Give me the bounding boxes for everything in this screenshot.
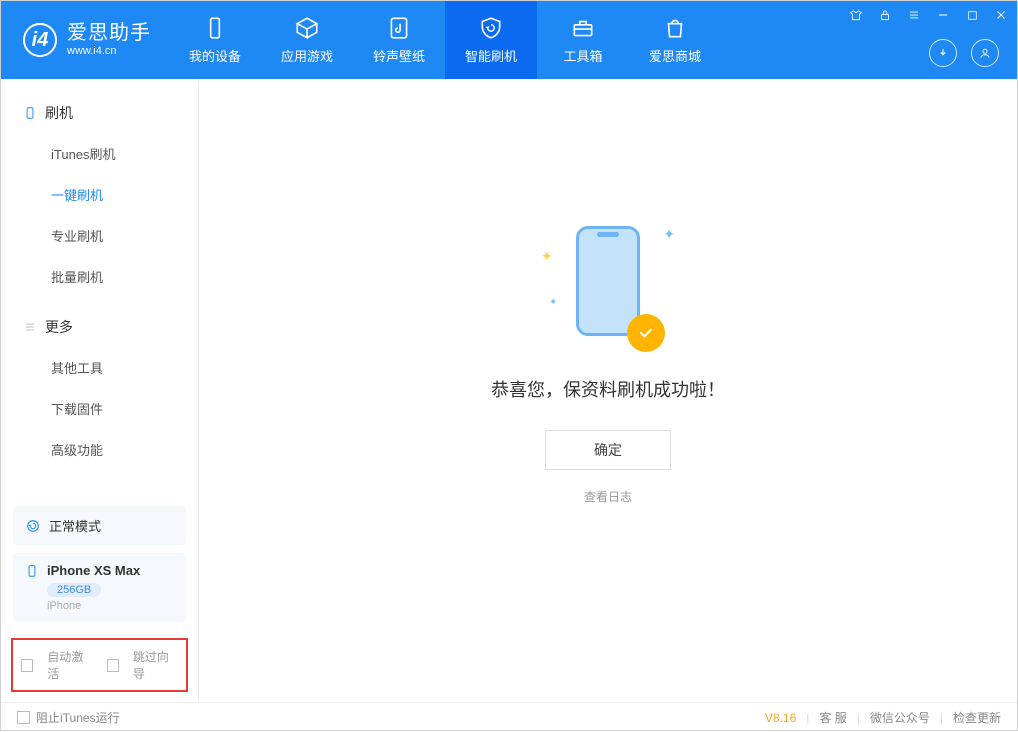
music-file-icon — [386, 15, 412, 41]
check-badge-icon — [627, 314, 665, 352]
refresh-icon — [25, 518, 41, 534]
skip-guide-label: 跳过向导 — [133, 648, 178, 682]
device-icon — [202, 15, 228, 41]
maximize-icon[interactable] — [964, 7, 980, 23]
header-actions — [929, 39, 999, 67]
auto-activate-label: 自动激活 — [47, 648, 92, 682]
sidebar-group-flash: 刷机 — [1, 93, 198, 133]
sidebar: 刷机 iTunes刷机 一键刷机 专业刷机 批量刷机 更多 其他工具 下载固件 … — [1, 79, 199, 702]
app-subtitle: www.i4.cn — [67, 45, 151, 58]
phone-small-icon — [25, 564, 39, 578]
close-icon[interactable] — [993, 7, 1009, 23]
device-capacity: 256GB — [47, 583, 101, 597]
tab-smart-flash[interactable]: 智能刷机 — [445, 1, 537, 79]
shield-refresh-icon — [478, 15, 504, 41]
bag-icon — [662, 15, 688, 41]
device-name-label: iPhone XS Max — [47, 563, 140, 578]
sidebar-item-advanced[interactable]: 高级功能 — [1, 429, 198, 470]
cube-icon — [294, 15, 320, 41]
mode-box[interactable]: 正常模式 — [13, 506, 186, 545]
sidebar-item-download-firmware[interactable]: 下载固件 — [1, 388, 198, 429]
tab-my-device[interactable]: 我的设备 — [169, 1, 261, 79]
main-content: ✦ ✦ ✦ 恭喜您，保资料刷机成功啦！ 确定 查看日志 — [199, 79, 1017, 702]
mode-label: 正常模式 — [49, 516, 101, 535]
phone-icon — [23, 106, 37, 120]
shirt-icon[interactable] — [848, 7, 864, 23]
support-link[interactable]: 客 服 — [819, 709, 846, 726]
auto-activate-checkbox[interactable] — [21, 659, 33, 672]
sidebar-group-more: 更多 — [1, 307, 198, 347]
device-type: iPhone — [47, 600, 174, 612]
check-update-link[interactable]: 检查更新 — [953, 709, 1001, 726]
lock-icon[interactable] — [877, 7, 893, 23]
minimize-icon[interactable] — [935, 7, 951, 23]
wechat-link[interactable]: 微信公众号 — [870, 709, 930, 726]
tab-toolbox[interactable]: 工具箱 — [537, 1, 629, 79]
sidebar-item-oneclick-flash[interactable]: 一键刷机 — [1, 174, 198, 215]
ok-button[interactable]: 确定 — [545, 430, 671, 470]
success-illustration: ✦ ✦ ✦ — [553, 216, 663, 356]
footer: 阻止iTunes运行 V8.16 | 客 服 | 微信公众号 | 检查更新 — [1, 702, 1017, 732]
user-button[interactable] — [971, 39, 999, 67]
version-label: V8.16 — [765, 711, 796, 725]
logo[interactable]: i4 爱思助手 www.i4.cn — [1, 1, 169, 79]
header: i4 爱思助手 www.i4.cn 我的设备 应用游戏 铃声壁纸 智能刷机 工具… — [1, 1, 1017, 79]
tab-apps-games[interactable]: 应用游戏 — [261, 1, 353, 79]
view-log-link[interactable]: 查看日志 — [584, 488, 632, 505]
sidebar-item-batch-flash[interactable]: 批量刷机 — [1, 256, 198, 297]
sidebar-item-pro-flash[interactable]: 专业刷机 — [1, 215, 198, 256]
options-highlight: 自动激活 跳过向导 — [11, 638, 188, 692]
tab-store[interactable]: 爱思商城 — [629, 1, 721, 79]
block-itunes-checkbox[interactable] — [17, 711, 30, 724]
success-message: 恭喜您，保资料刷机成功啦！ — [491, 376, 725, 402]
logo-icon: i4 — [23, 23, 57, 57]
skip-guide-checkbox[interactable] — [107, 659, 119, 672]
sidebar-item-itunes-flash[interactable]: iTunes刷机 — [1, 133, 198, 174]
main-tabs: 我的设备 应用游戏 铃声壁纸 智能刷机 工具箱 爱思商城 — [169, 1, 721, 79]
download-button[interactable] — [929, 39, 957, 67]
device-box[interactable]: iPhone XS Max 256GB iPhone — [13, 553, 186, 622]
tab-ringtones-wallpapers[interactable]: 铃声壁纸 — [353, 1, 445, 79]
block-itunes-label: 阻止iTunes运行 — [36, 709, 120, 726]
list-icon — [23, 320, 37, 334]
menu-icon[interactable] — [906, 7, 922, 23]
sidebar-item-other-tools[interactable]: 其他工具 — [1, 347, 198, 388]
window-controls — [848, 7, 1009, 23]
toolbox-icon — [570, 15, 596, 41]
app-title: 爱思助手 — [67, 21, 151, 45]
